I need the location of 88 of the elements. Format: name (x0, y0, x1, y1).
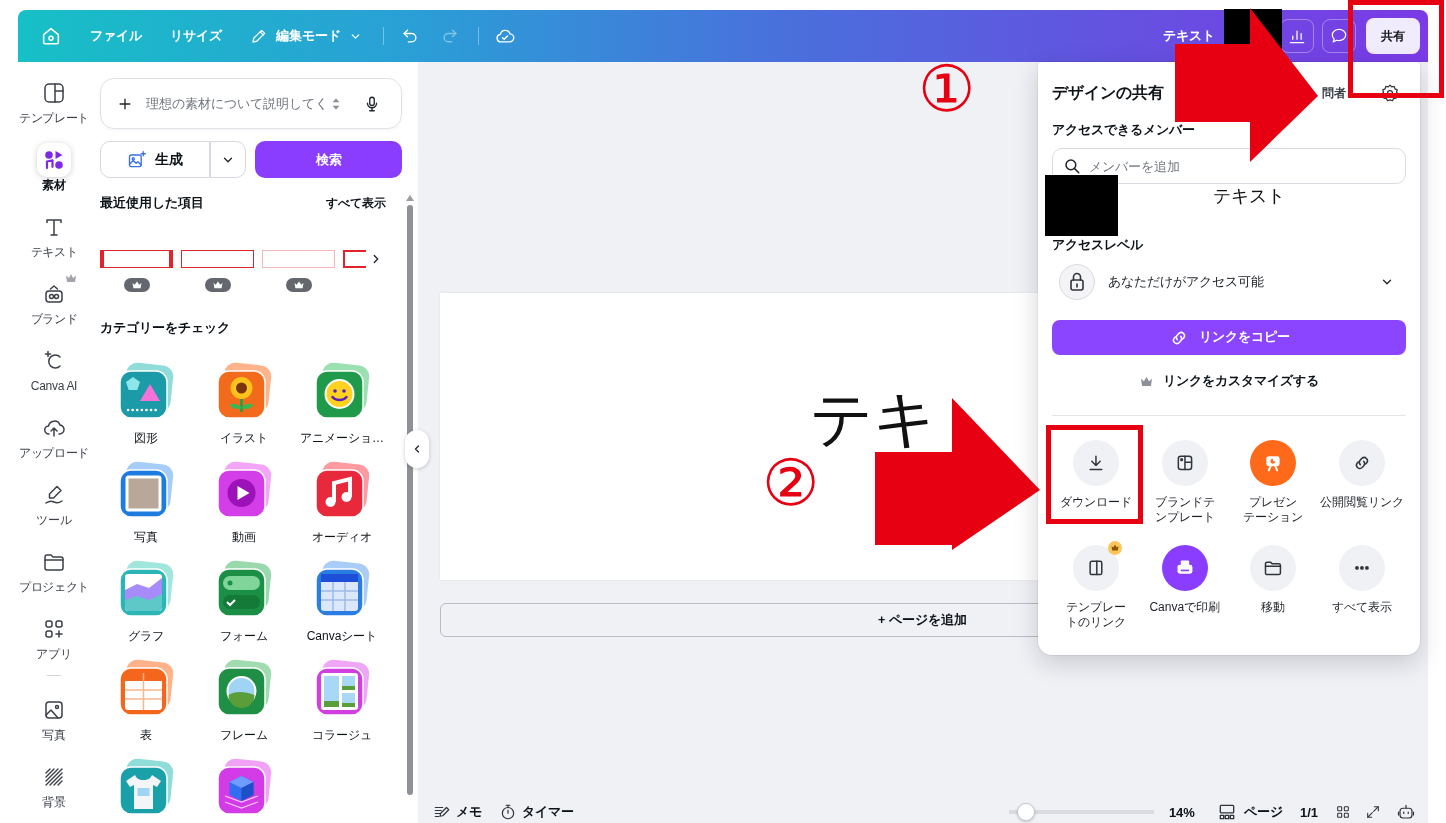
printer-icon (1161, 545, 1208, 591)
share-button[interactable]: 共有 (1366, 18, 1420, 54)
rectangle-thumbnail[interactable] (181, 250, 254, 268)
kit-box-icon (42, 282, 66, 306)
category-item[interactable]: イラスト (195, 362, 293, 446)
sidebar-tab[interactable]: アプリ (18, 608, 90, 662)
category-item[interactable]: Canvaシート (293, 560, 391, 644)
folder-icon (1250, 545, 1297, 591)
see-all-link[interactable]: すべて表示 (326, 195, 386, 211)
section-heading: 最近使用した項目 (100, 195, 204, 211)
image-icon (42, 698, 66, 722)
comments-button[interactable] (1322, 19, 1356, 53)
sidebar-tab[interactable]: テンプレート (18, 72, 90, 126)
design-title[interactable]: テキスト (1163, 27, 1215, 45)
rectangle-thumbnail[interactable] (100, 250, 173, 268)
expand-icon[interactable] (1365, 804, 1381, 820)
generate-button[interactable]: 生成 (100, 141, 210, 178)
brand-template-icon (1161, 440, 1208, 486)
share-option[interactable]: プレゼンテーション (1233, 440, 1314, 525)
robot-icon[interactable] (1397, 803, 1415, 821)
scroll-up-arrow-icon[interactable] (406, 195, 414, 201)
rectangle-thumbnail[interactable] (343, 250, 366, 268)
category-item[interactable]: 写真 (97, 461, 195, 545)
pages-button[interactable]: ページ (1216, 802, 1283, 822)
zoom-percentage: 14% (1168, 804, 1195, 820)
presentation-icon (1250, 440, 1297, 486)
pen-icon (42, 483, 66, 507)
category-item[interactable]: グラフ (97, 560, 195, 644)
dialog-title: デザインの共有 (1052, 82, 1164, 103)
slider-thumb[interactable] (1016, 803, 1035, 821)
search-button[interactable]: 検索 (255, 141, 402, 178)
share-option[interactable]: ブランドテンプレート (1144, 440, 1225, 525)
category-item[interactable]: アニメーショ… (293, 362, 391, 446)
section-label: アクセスできるメンバー (1052, 122, 1196, 138)
split-panel-icon (1073, 545, 1120, 591)
sidebar-tab[interactable]: ブランド (18, 273, 90, 327)
stopwatch-icon (499, 803, 517, 821)
section-heading: カテゴリーをチェック (100, 320, 231, 336)
category-item[interactable]: 表 (97, 659, 195, 743)
notes-button[interactable]: メモ (433, 803, 482, 821)
sidebar-tab[interactable]: テキスト (18, 206, 90, 260)
more-dots-icon (1338, 545, 1385, 591)
link-icon (1338, 440, 1385, 486)
category-item[interactable]: コラージュ (293, 659, 391, 743)
collapse-panel-button[interactable] (405, 430, 429, 468)
category-item[interactable]: 図形 (97, 362, 195, 446)
sidebar-tab[interactable]: 背景 (18, 756, 90, 810)
section-label: アクセスレベル (1052, 237, 1144, 253)
page-count: 1/1 (1299, 804, 1318, 820)
search-icon (1063, 157, 1081, 175)
grid-view-icon[interactable] (1335, 804, 1351, 820)
sidebar-tab[interactable]: プロジェクト (18, 541, 90, 595)
lock-icon (1059, 264, 1095, 300)
crown-icon (1139, 375, 1153, 387)
category-item[interactable]: オーディオ (293, 461, 391, 545)
prompt-input[interactable]: 理想の素材について説明してく (146, 96, 327, 111)
step-number: ① (918, 57, 976, 121)
scrollbar-thumb[interactable] (407, 205, 413, 795)
member-input[interactable]: メンバーを追加 (1089, 158, 1395, 174)
customize-link-button[interactable]: リンクをカスタマイズする (1139, 372, 1319, 390)
settings-icon[interactable] (1380, 83, 1400, 103)
sidebar-tab[interactable]: アップロード (18, 407, 90, 461)
home-icon[interactable] (40, 25, 62, 47)
category-item[interactable]: 動画 (195, 461, 293, 545)
pencil-icon (250, 27, 268, 45)
page-text[interactable]: テキ (810, 388, 936, 450)
category-item[interactable]: フレーム (195, 659, 293, 743)
copy-link-button[interactable]: リンクをコピー (1052, 320, 1406, 355)
stepper-icon[interactable] (331, 96, 341, 111)
shapes-icon (37, 143, 71, 177)
floating-text: テキスト (1213, 186, 1285, 206)
image-sparkle-icon (127, 149, 147, 170)
prompt-field[interactable]: 理想の素材について説明してく (100, 78, 402, 129)
visitor-label[interactable]: 問者 (1322, 84, 1346, 102)
sidebar-tab[interactable]: 写真 (18, 689, 90, 743)
sidebar-tab[interactable]: Canva AI (18, 340, 90, 394)
step-number: ② (762, 451, 820, 515)
share-option[interactable]: ダウンロード (1056, 440, 1137, 510)
apps-grid-icon (42, 617, 66, 641)
sidebar-tab[interactable]: 素材 (18, 139, 90, 193)
sidebar-tab[interactable]: ツール (18, 474, 90, 528)
member-search-field[interactable]: メンバーを追加 (1052, 148, 1406, 184)
layout-icon (42, 81, 66, 105)
download-icon (1073, 440, 1120, 486)
timer-button[interactable]: タイマー (499, 803, 574, 821)
share-option[interactable]: 公開閲覧リンク (1321, 440, 1402, 510)
rectangle-thumbnail[interactable] (262, 250, 335, 268)
category-item[interactable]: フォーム (195, 560, 293, 644)
